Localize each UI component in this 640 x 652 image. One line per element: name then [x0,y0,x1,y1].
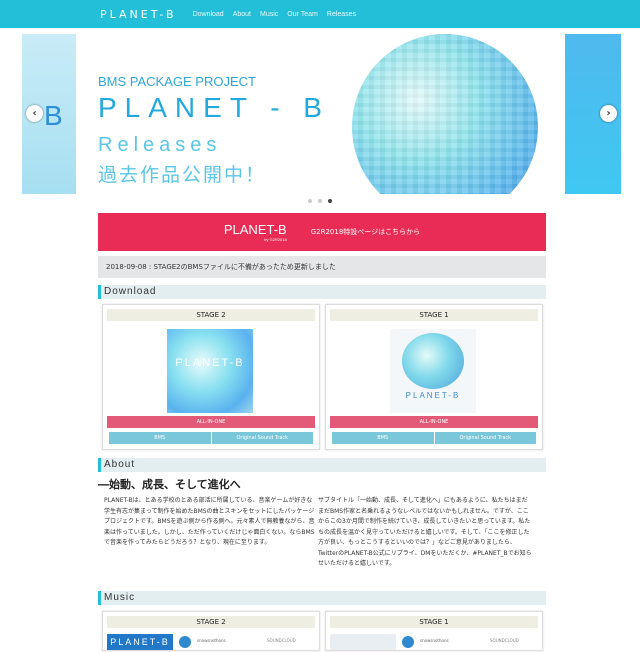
soundcloud-player[interactable]: PLANET-B snowsnothons SOUNDCLOUD [107,632,315,652]
peek-letter: B [44,100,63,131]
hero-carousel: B BMS PACKAGE PROJECT PLANET - B Release… [0,28,640,212]
download-card-stage-2: STAGE 2 PLANET-B ALL-IN-ONE BMS Original… [102,304,320,450]
nav-link-releases[interactable]: Releases [327,11,356,18]
banner-logo-text: PLANET-B [223,222,287,237]
carousel-prev-button[interactable]: ‹ [26,105,43,122]
banner-text: G2R2018特設ページはこちらから [310,228,421,236]
section-header-music: Music [98,591,546,605]
download-button-group: BMS Original Sound Track [332,432,536,444]
all-in-one-button[interactable]: ALL-IN-ONE [330,416,538,428]
banner-logo: PLANET-B by G2R2018 [224,222,287,242]
album-art-title: PLANET-B [175,357,245,369]
soundcloud-user[interactable]: snowsnothons [420,638,449,643]
slide-title: PLANET - B [98,92,330,123]
play-icon[interactable] [402,636,414,648]
carousel-next-button[interactable]: › [600,105,617,122]
brand-logo[interactable]: PLANET-B [100,8,177,21]
g2r2018-banner[interactable]: PLANET-B by G2R2018 G2R2018特設ページはこちらから [98,213,546,251]
about-heading: ―始動、成長、そして進化へ [98,478,241,491]
slide-releases-label: Releases [98,134,222,156]
ost-download-button[interactable]: Original Sound Track [211,432,313,444]
slide-subtitle: BMS PACKAGE PROJECT [98,74,256,89]
album-art-stage-2[interactable]: PLANET-B [167,329,253,413]
section-header-download: Download [98,285,546,299]
play-icon[interactable] [179,636,191,648]
news-bar: 2018-09-08 : STAGE2のBMSファイルに不備があったため更新しま… [98,256,546,278]
ost-download-button[interactable]: Original Sound Track [434,432,536,444]
soundcloud-logo: SOUNDCLOUD [267,638,296,643]
carousel-dot-3[interactable] [328,199,332,203]
soundcloud-player[interactable]: snowsnothons SOUNDCLOUD [330,632,538,652]
download-button-group: BMS Original Sound Track [109,432,313,444]
nav-link-about[interactable]: About [233,11,251,18]
all-in-one-button[interactable]: ALL-IN-ONE [107,416,315,428]
album-art-title: PLANET-B [405,391,461,400]
album-art-stage-1[interactable]: PLANET-B [390,329,476,413]
track-thumbnail [330,634,396,650]
card-stage-label: STAGE 2 [107,616,315,628]
music-card-stage-2: STAGE 2 PLANET-B snowsnothons SOUNDCLOUD [102,611,320,651]
about-text-right: サブタイトル「一始動、成長、そして進化へ」にもあるように、私たちはまだまだBMS… [318,497,532,567]
slide-jp-caption: 過去作品公開中！ [98,164,267,186]
banner-logo-sub: by G2R2018 [264,237,287,242]
card-stage-label: STAGE 1 [330,616,538,628]
card-stage-label: STAGE 1 [330,309,538,321]
nav-link-download[interactable]: Download [193,11,224,18]
music-card-stage-1: STAGE 1 snowsnothons SOUNDCLOUD [325,611,543,651]
soundcloud-user[interactable]: snowsnothons [197,638,226,643]
carousel-dot-2[interactable] [318,199,322,203]
section-header-about: About [98,458,546,472]
carousel-indicators [308,199,338,203]
download-card-stage-1: STAGE 1 PLANET-B ALL-IN-ONE BMS Original… [325,304,543,450]
soundcloud-logo: SOUNDCLOUD [490,638,519,643]
top-navbar: PLANET-B Download About Music Our Team R… [0,0,640,28]
about-text-left: PLANET-Bは、とある学校のとある部活に所属している、音楽ゲームが好きな学生… [104,497,315,546]
current-slide[interactable]: BMS PACKAGE PROJECT PLANET - B Releases … [84,34,556,194]
card-stage-label: STAGE 2 [107,309,315,321]
bms-download-button[interactable]: BMS [332,432,435,444]
nav-link-music[interactable]: Music [260,11,278,18]
nav-links: Download About Music Our Team Releases [193,11,366,18]
planet-sphere-image [352,34,538,194]
carousel-dot-1[interactable] [308,199,312,203]
bms-download-button[interactable]: BMS [109,432,212,444]
album-art-orb [402,333,464,389]
nav-link-our-team[interactable]: Our Team [287,11,318,18]
track-thumbnail: PLANET-B [107,634,173,650]
